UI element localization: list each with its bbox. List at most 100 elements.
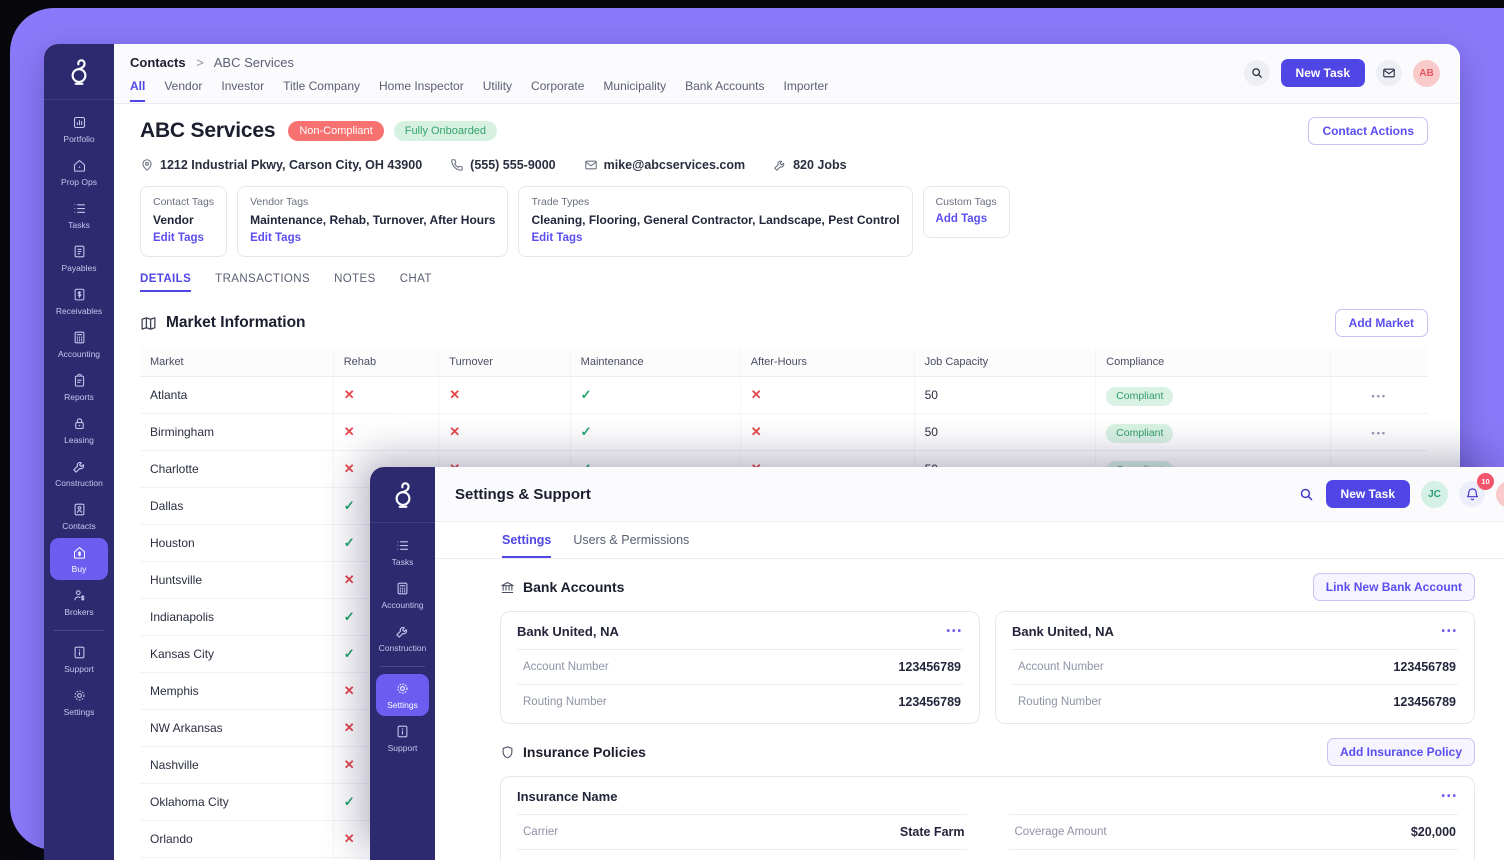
sidebar-item-payables[interactable]: Payables <box>50 237 108 279</box>
settings-window: TasksAccountingConstructionSettingsSuppo… <box>370 467 1504 860</box>
page-title: ABC Services <box>140 119 275 143</box>
market-cell: Indianapolis <box>140 599 333 636</box>
new-task-button[interactable]: New Task <box>1281 59 1365 87</box>
rehab-cell: ✕ <box>333 377 439 414</box>
detail-tab-details[interactable]: DETAILS <box>140 273 191 292</box>
sidebar-item-settings[interactable]: Settings <box>376 674 429 716</box>
sidebar-item-leasing[interactable]: Leasing <box>50 409 108 451</box>
sidebar-item-construction[interactable]: Construction <box>376 617 429 659</box>
tag-card-link-edit-tags[interactable]: Edit Tags <box>531 232 582 244</box>
turnover-cell: ✕ <box>439 377 570 414</box>
market-cell: Memphis <box>140 673 333 710</box>
status-badge-non-compliant: Non-Compliant <box>288 121 383 141</box>
check-icon: ✓ <box>344 535 355 550</box>
card-menu-button[interactable]: ••• <box>1441 791 1458 802</box>
contact-actions-button[interactable]: Contact Actions <box>1308 117 1428 145</box>
link-new-bank-account-button[interactable]: Link New Bank Account <box>1313 573 1475 601</box>
tag-card-value: Cleaning, Flooring, General Contractor, … <box>531 213 899 227</box>
field-label: Routing Number <box>523 696 607 708</box>
after-hours-cell: ✕ <box>740 414 914 451</box>
sidebar-item-accounting[interactable]: Accounting <box>50 323 108 365</box>
sidebar-item-support[interactable]: Support <box>376 717 429 759</box>
contact-info-text: 820 Jobs <box>793 158 847 172</box>
tasks-icon <box>395 538 410 553</box>
contact-info-phone: (555) 555-9000 <box>450 158 555 172</box>
tab-municipality[interactable]: Municipality <box>603 79 666 102</box>
settings-tab-users-permissions[interactable]: Users & Permissions <box>573 533 689 558</box>
tab-importer[interactable]: Importer <box>784 79 829 102</box>
tab-title-company[interactable]: Title Company <box>283 79 360 102</box>
tag-card-link-add-tags[interactable]: Add Tags <box>936 213 988 225</box>
add-market-button[interactable]: Add Market <box>1335 309 1428 337</box>
tab-corporate[interactable]: Corporate <box>531 79 584 102</box>
settings-tab-settings[interactable]: Settings <box>502 533 551 558</box>
check-icon: ✓ <box>581 424 592 439</box>
sidebar-item-support[interactable]: Support <box>50 638 108 680</box>
row-actions-button[interactable]: ••• <box>1372 428 1387 438</box>
user-avatar[interactable]: JC <box>1421 481 1448 508</box>
compliance-badge: Compliant <box>1106 387 1173 406</box>
messages-button[interactable] <box>1376 60 1402 86</box>
add-insurance-policy-button[interactable]: Add Insurance Policy <box>1327 738 1475 766</box>
tag-card-link-edit-tags[interactable]: Edit Tags <box>250 232 301 244</box>
sidebar-item-construction[interactable]: Construction <box>50 452 108 494</box>
contact-info-text: (555) 555-9000 <box>470 158 555 172</box>
sidebar-item-tasks[interactable]: Tasks <box>50 194 108 236</box>
sidebar-item-brokers[interactable]: Brokers <box>50 581 108 623</box>
after-hours-cell: ✕ <box>740 377 914 414</box>
tab-all[interactable]: All <box>130 79 145 102</box>
sidebar-item-accounting[interactable]: Accounting <box>376 574 429 616</box>
sidebar-item-settings[interactable]: Settings <box>50 681 108 723</box>
detail-tab-notes[interactable]: NOTES <box>334 273 376 292</box>
sidebar-item-tasks[interactable]: Tasks <box>376 531 429 573</box>
insurance-card-name: Insurance Name <box>517 789 617 804</box>
sidebar-item-contacts[interactable]: Contacts <box>50 495 108 537</box>
detail-tab-chat[interactable]: CHAT <box>400 273 432 292</box>
tab-investor[interactable]: Investor <box>221 79 264 102</box>
sidebar-item-prop-ops[interactable]: Prop Ops <box>50 151 108 193</box>
insurance-card: Insurance Name ••• CarrierState FarmPoli… <box>500 776 1475 860</box>
sidebar-item-label: Support <box>64 664 94 674</box>
tag-card-value: Vendor <box>153 213 214 227</box>
settings-icon <box>72 688 87 703</box>
tab-utility[interactable]: Utility <box>483 79 512 102</box>
new-task-button[interactable]: New Task <box>1326 480 1410 508</box>
support-icon <box>72 645 87 660</box>
sidebar-item-portfolio[interactable]: Portfolio <box>50 108 108 150</box>
rehab-cell: ✕ <box>333 414 439 451</box>
construction-icon <box>72 459 87 474</box>
contact-info-text: 1212 Industrial Pkwy, Carson City, OH 43… <box>160 158 422 172</box>
sidebar-item-receivables[interactable]: Receivables <box>50 280 108 322</box>
row-actions-button[interactable]: ••• <box>1372 391 1387 401</box>
card-menu-button[interactable]: ••• <box>1441 626 1458 637</box>
tag-card-link-edit-tags[interactable]: Edit Tags <box>153 232 204 244</box>
portfolio-icon <box>72 115 87 130</box>
insurance-fields-grid: CarrierState FarmPolicy Number123456789C… <box>501 814 1474 860</box>
sidebar-item-reports[interactable]: Reports <box>50 366 108 408</box>
avatar-cropped <box>1496 481 1504 508</box>
prop-ops-icon <box>72 158 87 173</box>
market-section-header: Market Information Add Market <box>140 309 1428 337</box>
tab-bank-accounts[interactable]: Bank Accounts <box>685 79 764 102</box>
breadcrumb-root[interactable]: Contacts <box>130 55 186 70</box>
tab-home-inspector[interactable]: Home Inspector <box>379 79 464 102</box>
x-icon: ✕ <box>344 683 355 698</box>
bank-card-header: Bank United, NA••• <box>501 612 979 649</box>
table-row-atlanta: Atlanta✕✕✓✕50Compliant••• <box>140 377 1428 414</box>
contact-info-location-pin: 1212 Industrial Pkwy, Carson City, OH 43… <box>140 158 422 172</box>
column-header-actions <box>1330 348 1428 377</box>
search-button[interactable] <box>1244 60 1270 86</box>
detail-tab-transactions[interactable]: TRANSACTIONS <box>215 273 310 292</box>
bell-icon <box>1465 487 1480 502</box>
detail-tabs: DETAILS TRANSACTIONS NOTES CHAT <box>140 273 1428 292</box>
tab-vendor[interactable]: Vendor <box>164 79 202 102</box>
phone-icon <box>450 158 464 172</box>
card-menu-button[interactable]: ••• <box>946 626 963 637</box>
notifications-button[interactable]: 10 <box>1459 481 1485 507</box>
user-avatar[interactable]: AB <box>1413 60 1440 87</box>
search-icon[interactable] <box>1298 486 1315 503</box>
sidebar-item-buy[interactable]: Buy <box>50 538 108 580</box>
x-icon: ✕ <box>449 424 460 439</box>
market-cell: Kansas City <box>140 636 333 673</box>
bank-account-card: Bank United, NA•••Account Number12345678… <box>995 611 1475 724</box>
